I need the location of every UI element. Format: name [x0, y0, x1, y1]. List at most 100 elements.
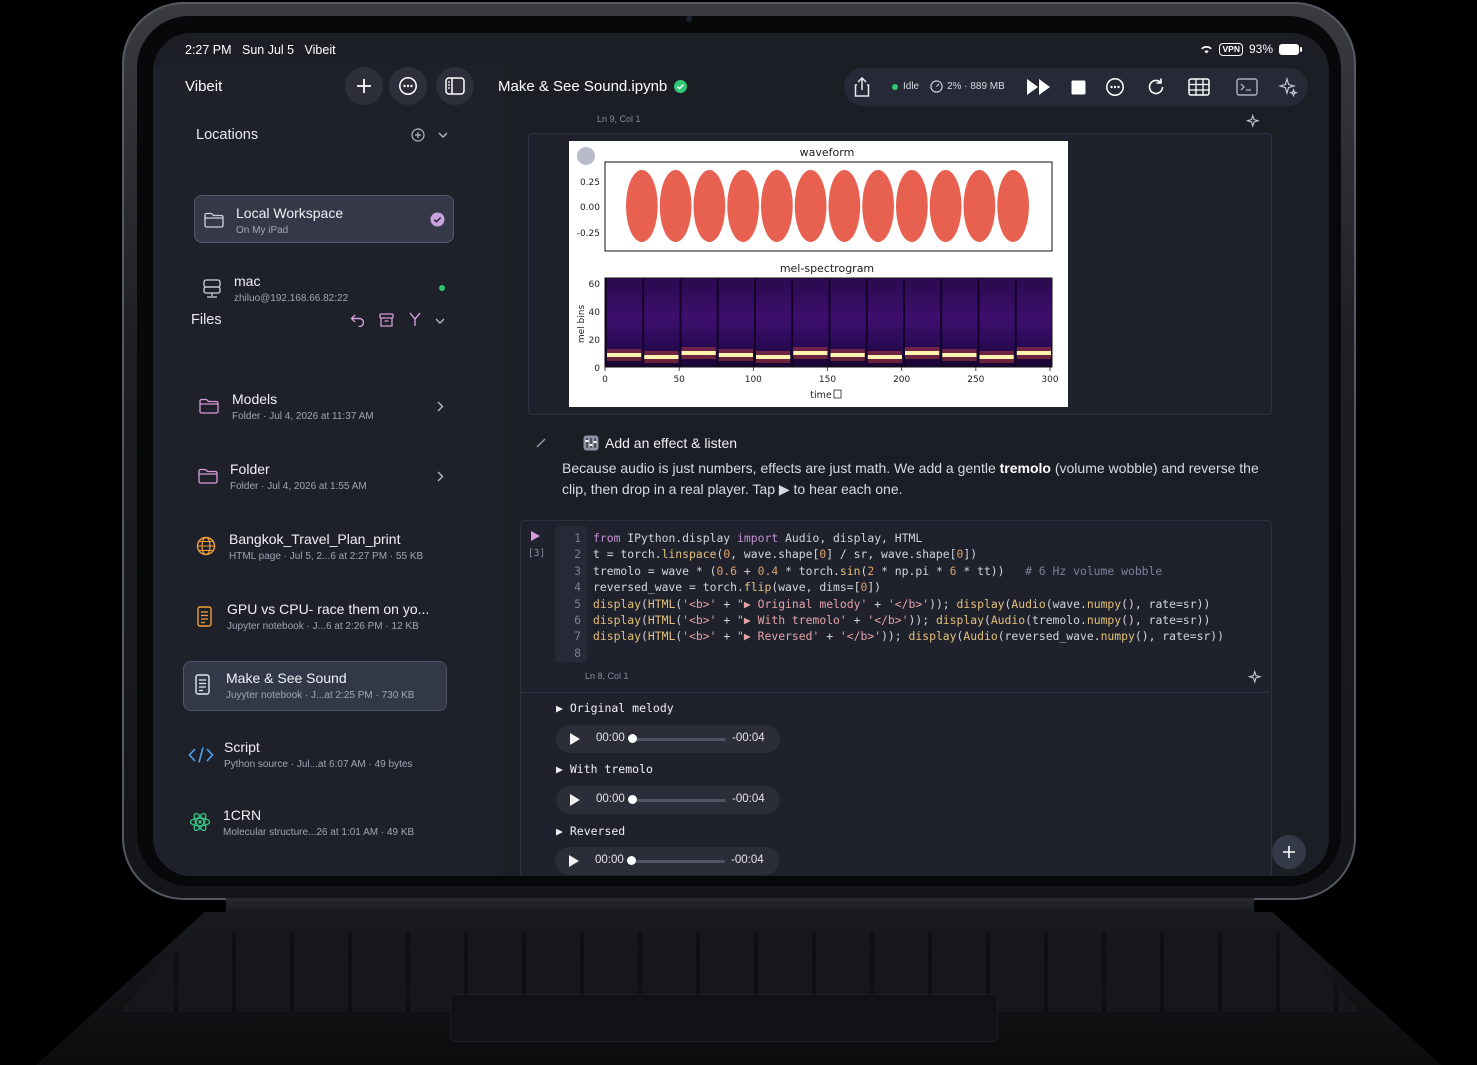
audio-player-reversed[interactable]: 00:00 -00:04 — [555, 847, 779, 875]
sparkle-icon[interactable] — [1248, 670, 1263, 685]
plus-icon — [357, 79, 371, 93]
terminal-icon — [1236, 78, 1258, 96]
spectrogram-gap — [754, 278, 756, 367]
waveform-lobe — [626, 170, 658, 242]
y-tick-label: 0.00 — [580, 203, 600, 213]
spectrogram-gap — [903, 278, 905, 367]
variables-button[interactable] — [1186, 75, 1212, 99]
audio-seek-knob[interactable] — [628, 734, 637, 743]
resource-usage: 2% · 889 MB — [947, 81, 1005, 92]
x-tick-label: 200 — [893, 375, 910, 385]
spectrogram-band — [755, 355, 791, 359]
archive-icon[interactable] — [379, 313, 394, 327]
restart-button[interactable] — [1144, 75, 1168, 99]
audio-player-original[interactable]: 00:00 -00:04 — [556, 725, 780, 753]
table-icon — [1188, 78, 1210, 96]
notebook-icon — [197, 606, 212, 627]
location-title: mac — [234, 273, 261, 289]
fast-forward-icon — [1027, 79, 1050, 95]
y-tick-label: 60 — [589, 280, 601, 290]
spectrogram-band — [941, 353, 977, 357]
play-icon[interactable] — [570, 794, 580, 806]
ai-assist-button[interactable] — [1276, 75, 1300, 99]
folder-icon — [199, 398, 219, 414]
file-title: Models — [232, 391, 278, 407]
stop-button[interactable] — [1066, 75, 1090, 99]
file-item-models[interactable] — [183, 385, 445, 431]
more-button[interactable] — [389, 67, 427, 105]
branch-icon[interactable] — [408, 312, 422, 327]
sparkle-icon[interactable] — [1246, 114, 1261, 129]
figure-expand-icon[interactable] — [577, 147, 595, 165]
share-button[interactable] — [850, 75, 874, 99]
file-item-folder[interactable] — [183, 455, 445, 501]
audio-current-time: 00:00 — [596, 732, 625, 744]
waveform-lobe — [963, 170, 996, 242]
collapse-files-icon[interactable] — [435, 317, 445, 325]
folder-icon — [204, 212, 224, 228]
audio-seek-track[interactable] — [632, 738, 726, 741]
share-icon — [854, 77, 870, 97]
file-subtitle: Folder · Jul 4, 2026 at 1:55 AM — [230, 481, 367, 492]
file-title: Script — [224, 739, 260, 755]
battery-percent: 93% — [1248, 42, 1273, 56]
audio-remaining-time: -00:04 — [732, 732, 765, 744]
spectrogram-gap — [940, 278, 943, 367]
audio-seek-knob[interactable] — [627, 856, 636, 865]
more-options-button[interactable] — [1103, 75, 1127, 99]
spectrogram-gap — [1014, 278, 1017, 367]
line-numbers: 1 2 3 4 5 6 7 8 — [574, 531, 581, 660]
audio-remaining-time: -00:04 — [732, 793, 765, 805]
run-cell-icon[interactable] — [530, 530, 541, 542]
file-title: 1CRN — [223, 807, 262, 823]
file-item-script[interactable] — [183, 733, 445, 779]
output-label: ▶ With tremolo — [556, 762, 653, 776]
edit-pencil-icon[interactable] — [535, 437, 547, 449]
spectrogram-band — [680, 351, 716, 355]
file-item-make-see-sound[interactable] — [183, 661, 447, 711]
code-editor[interactable]: from IPython.display import Audio, displ… — [593, 530, 1224, 645]
audio-remaining-time: -00:04 — [731, 854, 764, 866]
app-name: Vibeit — [185, 78, 223, 95]
markdown-heading: Add an effect & listen — [583, 435, 737, 451]
add-button[interactable] — [345, 67, 383, 105]
x-tick-label: 100 — [745, 375, 762, 385]
collapse-locations-icon[interactable] — [438, 131, 448, 139]
stop-icon — [1071, 80, 1085, 94]
connected-dot — [439, 285, 445, 291]
x-tick-label: 300 — [1041, 375, 1058, 385]
file-title: Folder — [230, 461, 270, 477]
audio-player-tremolo[interactable]: 00:00 -00:04 — [556, 786, 780, 814]
waveform-lobe — [828, 170, 861, 242]
waveform-lobe — [896, 170, 928, 242]
x-tick-label: 250 — [967, 375, 984, 385]
spectrogram-band — [606, 353, 642, 357]
audio-seek-knob[interactable] — [628, 795, 637, 804]
x-tick-label: 50 — [673, 375, 685, 385]
toggle-sidebar-button[interactable] — [436, 67, 474, 105]
execution-count: [3] — [528, 548, 546, 559]
location-title: Local Workspace — [236, 205, 344, 221]
cell-divider — [521, 692, 1269, 693]
waveform-lobe — [693, 170, 726, 242]
undo-icon[interactable] — [350, 313, 365, 327]
spectrogram-gap — [716, 278, 719, 367]
folder-icon — [198, 468, 218, 484]
ellipsis-circle-icon — [1106, 78, 1124, 96]
spectrogram-gap — [679, 278, 682, 367]
add-location-icon[interactable] — [411, 128, 425, 142]
run-all-button[interactable] — [1024, 75, 1054, 99]
code-icon — [188, 747, 214, 763]
saved-check-icon — [674, 80, 688, 93]
file-subtitle: Juyyter notebook · J...at 2:25 PM · 730 … — [226, 690, 415, 701]
plus-icon — [1283, 846, 1295, 858]
waveform-lobe — [929, 170, 962, 242]
play-icon[interactable] — [569, 855, 579, 867]
locations-header: Locations — [196, 127, 259, 143]
play-icon[interactable] — [570, 733, 580, 745]
figure-svg: waveform 0.25 0.00 -0.25 mel-spectrogram… — [577, 146, 1059, 401]
terminal-button[interactable] — [1234, 75, 1260, 99]
add-cell-button[interactable] — [1272, 835, 1306, 869]
audio-seek-track[interactable] — [631, 860, 725, 863]
audio-seek-track[interactable] — [632, 799, 726, 802]
